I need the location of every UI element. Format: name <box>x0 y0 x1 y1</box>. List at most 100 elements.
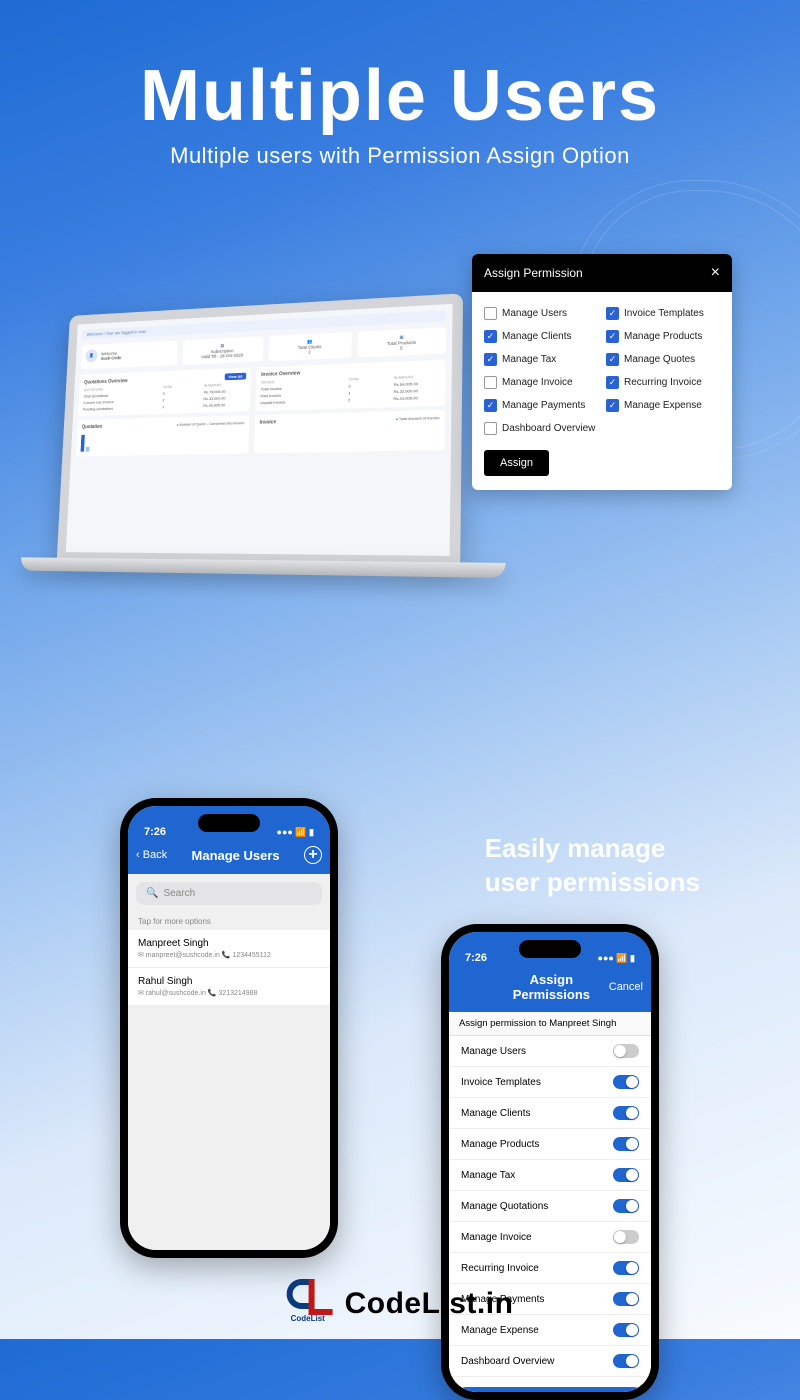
user-name: Sush Code <box>101 355 122 361</box>
table-cell: 3 <box>163 390 204 396</box>
permission-toggle[interactable] <box>613 1292 639 1306</box>
permission-label: Dashboard Overview <box>502 423 595 434</box>
time-label: 7:26 <box>465 952 487 964</box>
dynamic-island <box>519 940 581 958</box>
close-icon[interactable]: × <box>711 264 720 282</box>
permission-row: Manage Invoice <box>449 1222 651 1253</box>
table-cell: Rs.33,000.00 <box>203 395 245 401</box>
permission-label: Recurring Invoice <box>624 377 702 388</box>
permission-checkbox[interactable]: Manage Users <box>484 307 598 320</box>
table-header: IN AMOUNT <box>204 382 246 387</box>
table-cell: Rs.45,005.00 <box>203 402 245 408</box>
permission-checkbox[interactable]: Dashboard Overview <box>484 422 598 435</box>
modal-title: Assign Permission <box>484 266 583 280</box>
permission-toggle[interactable] <box>613 1106 639 1120</box>
search-input[interactable]: 🔍 Search <box>136 882 322 905</box>
assign-permission-modal: Assign Permission × Manage Users ✓Invoice… <box>472 254 732 490</box>
permission-checkbox[interactable]: ✓ Recurring Invoice <box>606 376 720 389</box>
permission-checkbox[interactable]: ✓Manage Products <box>606 330 720 343</box>
permission-label: Manage Tax <box>502 354 556 365</box>
subtagline: Easily manage user permissions <box>485 832 700 900</box>
table-cell: 3 <box>348 382 393 389</box>
clients-value: 2 <box>308 350 311 355</box>
invoice-chart-title: Invoice <box>260 419 277 425</box>
permission-label: Manage Users <box>461 1046 526 1057</box>
permission-row: Manage Clients <box>449 1098 651 1129</box>
permission-toggle[interactable] <box>613 1199 639 1213</box>
view-all-button[interactable]: View All <box>225 373 247 381</box>
clients-card: 👥 Total Clients 2 <box>268 332 353 361</box>
back-button[interactable]: ‹ Back <box>136 849 167 861</box>
permission-toggle[interactable] <box>613 1354 639 1368</box>
permission-checkbox[interactable]: ✓ Manage Tax <box>484 353 598 366</box>
checkbox-icon <box>484 307 497 320</box>
table-cell: Rs.32,000.00 <box>394 387 441 394</box>
checkbox-icon: ✓ <box>606 307 619 320</box>
permission-toggle[interactable] <box>613 1044 639 1058</box>
permission-toggle[interactable] <box>613 1168 639 1182</box>
checkbox-icon <box>484 422 497 435</box>
invoice-chart-panel: Invoice ● Total Amount of Invoice <box>254 410 445 454</box>
assign-subtitle: Assign permission to Manpreet Singh <box>449 1012 651 1036</box>
permission-toggle[interactable] <box>613 1075 639 1089</box>
permission-checkbox[interactable]: ✓Manage Clients <box>484 330 598 343</box>
phone-header: Assign Permissions Cancel <box>449 966 651 1012</box>
permission-toggle[interactable] <box>613 1137 639 1151</box>
user-row[interactable]: Rahul Singh ✉ rahul@sushcode.in 📞 3213214… <box>128 968 330 1006</box>
modal-header: Assign Permission × <box>472 254 732 292</box>
permission-toggle[interactable] <box>613 1323 639 1337</box>
header-title: Manage Users <box>192 848 280 863</box>
assign-button[interactable]: Assign <box>484 450 549 476</box>
checkbox-icon: ✓ <box>606 330 619 343</box>
permission-checkbox[interactable]: ✓Manage Expense <box>606 399 720 412</box>
table-header: IN AMOUNT <box>394 374 441 380</box>
user-meta: ✉ rahul@sushcode.in 📞 3213214988 <box>138 989 320 997</box>
permission-checkbox[interactable]: ✓ Manage Payments <box>484 399 598 412</box>
permission-label: Manage Products <box>461 1139 539 1150</box>
status-icons: ●●● 📶 ▮ <box>598 953 635 964</box>
permission-label: Invoice Templates <box>461 1077 541 1088</box>
user-meta: ✉ manpreet@sushcode.in 📞 1234455112 <box>138 951 320 959</box>
table-cell: Pending Quotations <box>83 404 163 411</box>
permission-checkbox[interactable]: ✓Invoice Templates <box>606 307 720 320</box>
quotations-panel: Quotations Overview View All QUOTATIONST… <box>78 368 251 417</box>
checkbox-icon: ✓ <box>606 376 619 389</box>
quotation-chart-panel: Quotation ● Number of Quote ● Converted … <box>76 415 250 456</box>
page-subtitle: Multiple users with Permission Assign Op… <box>0 143 800 169</box>
permission-row: Manage Tax <box>449 1160 651 1191</box>
table-cell: Rs.78,005.00 <box>204 388 246 394</box>
user-row[interactable]: Manpreet Singh✉ manpreet@sushcode.in 📞 1… <box>128 930 330 968</box>
status-icons: ●●● 📶 ▮ <box>277 827 314 838</box>
submit-button[interactable]: Submit <box>459 1387 641 1392</box>
permission-label: Manage Clients <box>461 1108 530 1119</box>
checkbox-icon: ✓ <box>484 330 497 343</box>
table-cell: Rs.44,005.00 <box>393 395 440 402</box>
permission-row: Manage Products <box>449 1129 651 1160</box>
permission-toggle[interactable] <box>613 1261 639 1275</box>
search-icon: 🔍 <box>146 888 158 899</box>
laptop-mockup: Welcome ! Your are logged in now. 👤 Welc… <box>51 293 463 681</box>
permission-label: Manage Quotations <box>461 1201 548 1212</box>
user-name: Rahul Singh <box>138 976 320 987</box>
permission-row: Manage Users <box>449 1036 651 1067</box>
permission-row: Dashboard Overview <box>449 1346 651 1377</box>
permission-label: Manage Invoice <box>461 1232 532 1243</box>
permission-checkbox[interactable]: Manage Invoice <box>484 376 598 389</box>
checkbox-icon: ✓ <box>484 399 497 412</box>
permission-row: Manage Quotations <box>449 1191 651 1222</box>
add-user-button[interactable]: + <box>304 846 322 864</box>
page-title: Multiple Users <box>0 55 800 137</box>
search-placeholder: Search <box>163 888 195 899</box>
table-cell: 2 <box>162 396 203 402</box>
permission-label: Manage Users <box>502 308 567 319</box>
checkbox-icon: ✓ <box>484 353 497 366</box>
checkbox-icon: ✓ <box>606 353 619 366</box>
permission-checkbox[interactable]: ✓Manage Quotes <box>606 353 720 366</box>
welcome-card: 👤 Welcome Sush Code <box>81 341 178 370</box>
permission-label: Manage Expense <box>624 400 702 411</box>
permission-label: Manage Payments <box>502 400 585 411</box>
quotation-chart-title: Quotation <box>82 424 103 430</box>
table-cell: Unpaid Invoice <box>260 398 348 406</box>
cancel-button[interactable]: Cancel <box>609 981 643 993</box>
permission-toggle[interactable] <box>613 1230 639 1244</box>
